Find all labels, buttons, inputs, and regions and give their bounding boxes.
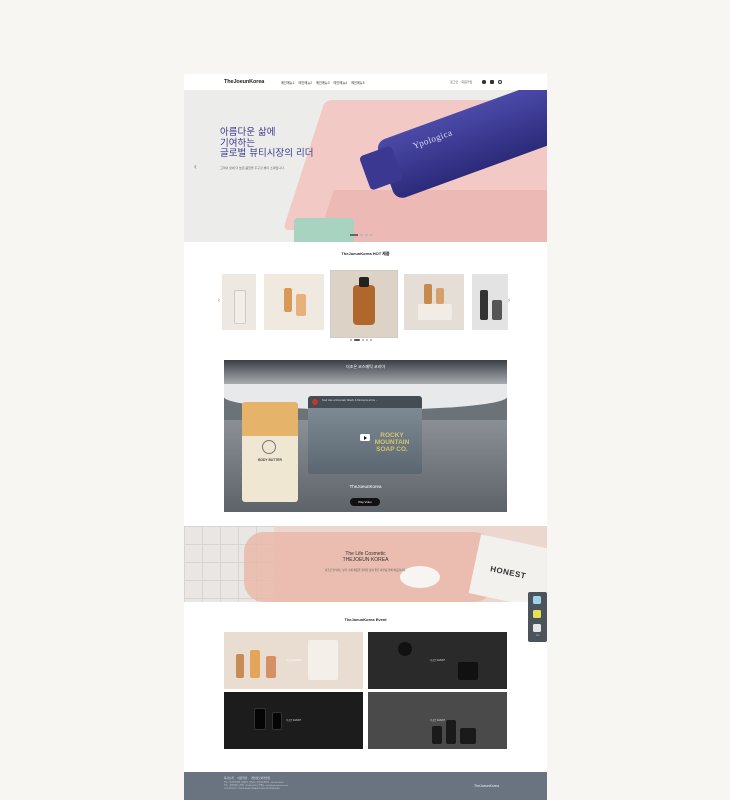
nav-item-5[interactable]: 메인메뉴5 — [351, 80, 365, 85]
hero-headline: 아름다운 삶에 기여하는 글로벌 뷰티시장의 리더 — [220, 127, 314, 160]
video-corp-name: TheJoeunKorea — [349, 484, 382, 489]
hero-mint-block — [294, 218, 354, 242]
main-nav: 메인메뉴1 메인메뉴2 메인메뉴3 메인메뉴4 메인메뉴5 — [281, 80, 365, 85]
quick-top-label: TOP — [535, 635, 540, 637]
event-tag: 더조은 EVENT — [429, 659, 446, 662]
hero-dot-3[interactable] — [365, 234, 368, 236]
hero-headline-line-3: 글로벌 뷰티시장의 리더 — [220, 148, 314, 159]
footer-links: 회사소개 이용약관 개인정보처리방침 — [224, 776, 270, 780]
footer-company-info: 상호 : 더조은코리아 | 대표자 : 홍길동 | 사업자등록번호 : 000-… — [224, 782, 374, 791]
hero-subtext: 고객의 삶에 더 높은 품질을 추구할 뷰티 소재입니다. — [220, 166, 285, 170]
hot-section-title: TheJoeunKorea HOT 제품 — [341, 251, 390, 256]
footer-link-about[interactable]: 회사소개 — [224, 776, 234, 780]
hot-product-card-active[interactable] — [330, 270, 398, 338]
hero-prev-arrow-icon[interactable]: ‹ — [194, 162, 197, 171]
hot-product-card[interactable] — [472, 274, 508, 330]
nav-item-3[interactable]: 메인메뉴3 — [316, 80, 330, 85]
butter-top — [242, 402, 298, 436]
event-card[interactable]: 더조은 EVENT — [224, 632, 363, 689]
banner-towel — [244, 532, 494, 602]
hot-product-card[interactable] — [404, 274, 464, 330]
butter-seal-icon — [262, 440, 276, 454]
life-cosmetic-banner: HONEST The Life Cosmetic THEJOEUN KOREA … — [184, 526, 547, 602]
quick-kakao-icon[interactable] — [533, 610, 541, 618]
hero-slider: Ypologica ‹ 아름다운 삶에 기여하는 글로벌 뷰티시장의 리더 고객… — [184, 90, 547, 242]
video-brand-text: ROCKY MOUNTAIN SOAP CO. — [374, 432, 410, 453]
footer-info-line-3: COPYRIGHT © THEJOEUNKOREA ALL RIGHTS RES… — [224, 788, 281, 790]
nav-item-4[interactable]: 메인메뉴4 — [334, 80, 348, 85]
util-links: 로그인 회원가입 — [450, 80, 472, 84]
event-tag: 더조은 EVENT — [285, 659, 302, 662]
search-icon[interactable] — [497, 80, 502, 84]
banner-subtext: 더조은코리아는 뷰티 소재 제품을 행복한 삶과 좋은 피부를 위해 제공합니다… — [324, 569, 407, 572]
login-link[interactable]: 로그인 — [450, 80, 458, 84]
nav-item-1[interactable]: 메인메뉴1 — [281, 80, 295, 85]
quick-chat-icon[interactable] — [533, 596, 541, 604]
site-header: TheJoeunKorea 메인메뉴1 메인메뉴2 메인메뉴3 메인메뉴4 메인… — [184, 74, 547, 90]
footer-link-privacy[interactable]: 개인정보처리방침 — [251, 776, 270, 780]
video-player[interactable]: Feel Like a Mountain Watch & Moments at … — [308, 396, 422, 474]
hot-dot[interactable] — [350, 339, 352, 341]
footer-info-line-1: 상호 : 더조은코리아 | 대표자 : 홍길동 | 사업자등록번호 : 000-… — [224, 782, 284, 784]
event-card[interactable]: 더조은 EVENT — [368, 692, 507, 749]
hot-dot[interactable] — [362, 339, 364, 341]
header-icons — [482, 80, 502, 84]
hot-carousel — [222, 270, 508, 338]
site-logo[interactable]: TheJoeunKorea — [224, 79, 264, 85]
quick-menu: TOP — [528, 592, 547, 642]
event-tag: 더조은 EVENT — [429, 719, 446, 722]
channel-avatar — [312, 399, 318, 405]
hot-product-card[interactable] — [222, 274, 256, 330]
hot-pagination — [350, 339, 372, 341]
user-icon[interactable] — [482, 80, 486, 84]
video-section: 더조은 코스메틱 코리아 BODY BUTTER Feel Like a Mou… — [224, 360, 507, 512]
event-section-title: TheJoeunKorea Event — [344, 617, 387, 622]
page: TheJoeunKorea 메인메뉴1 메인메뉴2 메인메뉴3 메인메뉴4 메인… — [184, 74, 547, 800]
signup-link[interactable]: 회원가입 — [461, 80, 472, 84]
hero-dot-2[interactable] — [360, 234, 363, 236]
video-more-button[interactable]: Play Video — [350, 498, 380, 506]
nav-item-2[interactable]: 메인메뉴2 — [299, 80, 313, 85]
event-card[interactable]: 더조은 EVENT — [224, 692, 363, 749]
hero-headline-line-2: 기여하는 — [220, 137, 255, 149]
hero-dot-4[interactable] — [370, 234, 373, 236]
hero-dot-1[interactable] — [350, 234, 358, 236]
hot-dot[interactable] — [370, 339, 372, 341]
footer-link-terms[interactable]: 이용약관 — [238, 776, 248, 780]
hero-headline-line-1: 아름다운 삶에 — [220, 127, 276, 138]
banner-line-2: THEJOEUN KOREA — [342, 556, 389, 563]
banner-heading: The Life Cosmetic THEJOEUN KOREA — [184, 551, 547, 563]
butter-label: BODY BUTTER — [258, 458, 282, 462]
hot-product-card[interactable] — [264, 274, 324, 330]
event-tag: 더조은 EVENT — [285, 719, 302, 722]
quick-top-icon[interactable] — [533, 624, 541, 632]
hot-dot[interactable] — [366, 339, 368, 341]
video-section-title: 더조은 코스메틱 코리아 — [345, 364, 386, 369]
hot-prev-arrow-icon[interactable]: ‹ — [218, 298, 220, 304]
hero-pagination — [350, 234, 373, 236]
footer-logo: TheJoeunKorea — [474, 784, 499, 788]
video-player-title: Feel Like a Mountain Watch & Moments at … — [322, 399, 378, 402]
hot-next-arrow-icon[interactable]: › — [508, 298, 510, 304]
cart-icon[interactable] — [489, 80, 494, 84]
footer-info-line-2: 주소 : 서울특별시 | 전화 : 02-000-0000 | 이메일 : in… — [224, 785, 288, 787]
site-footer: 회사소개 이용약관 개인정보처리방침 상호 : 더조은코리아 | 대표자 : 홍… — [184, 772, 547, 800]
event-card[interactable]: 더조은 EVENT — [368, 632, 507, 689]
hot-dot-active[interactable] — [354, 339, 360, 341]
